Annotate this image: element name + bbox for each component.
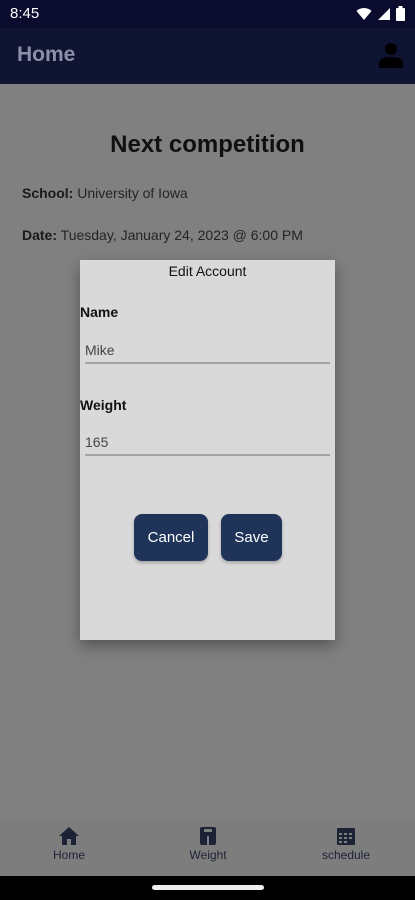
school-line: School: University of Iowa [22, 185, 188, 201]
status-time: 8:45 [10, 5, 40, 22]
school-value: University of Iowa [77, 185, 188, 201]
date-line: Date: Tuesday, January 24, 2023 @ 6:00 P… [22, 227, 303, 243]
nav-label-home: Home [52, 848, 85, 862]
cancel-button[interactable]: Cancel [134, 514, 208, 561]
battery-icon [396, 6, 405, 21]
weight-field[interactable] [85, 430, 330, 456]
app-bar: Home [0, 28, 415, 84]
name-label: Name [80, 304, 119, 320]
nav-item-schedule[interactable]: schedule [281, 818, 411, 862]
date-label: Date: [22, 227, 58, 243]
gesture-area [0, 876, 415, 900]
edit-account-dialog: Edit Account Name Weight Cancel Save [80, 260, 335, 640]
status-bar: 8:45 [0, 0, 415, 28]
profile-button[interactable] [379, 42, 403, 68]
nav-label-schedule: schedule [321, 848, 371, 862]
home-icon [59, 827, 79, 845]
school-label: School: [22, 185, 74, 201]
page-heading: Next competition [110, 131, 305, 158]
weight-icon [200, 827, 216, 845]
nav-item-home[interactable]: Home [4, 818, 134, 862]
wifi-icon [356, 7, 372, 20]
date-value: Tuesday, January 24, 2023 @ 6:00 PM [60, 227, 303, 243]
save-button[interactable]: Save [221, 514, 282, 561]
name-field[interactable] [85, 338, 330, 364]
nav-item-weight[interactable]: Weight [143, 818, 273, 862]
status-icons [356, 6, 405, 21]
weight-label: Weight [80, 397, 127, 413]
home-gesture-handle[interactable] [152, 885, 264, 890]
dialog-title: Edit Account [168, 263, 247, 279]
calendar-icon [337, 828, 355, 845]
nav-label-weight: Weight [189, 848, 227, 862]
app-title: Home [17, 43, 76, 66]
signal-icon [378, 7, 390, 20]
person-icon [379, 43, 403, 68]
bottom-nav: Home Weight schedule [0, 818, 415, 876]
